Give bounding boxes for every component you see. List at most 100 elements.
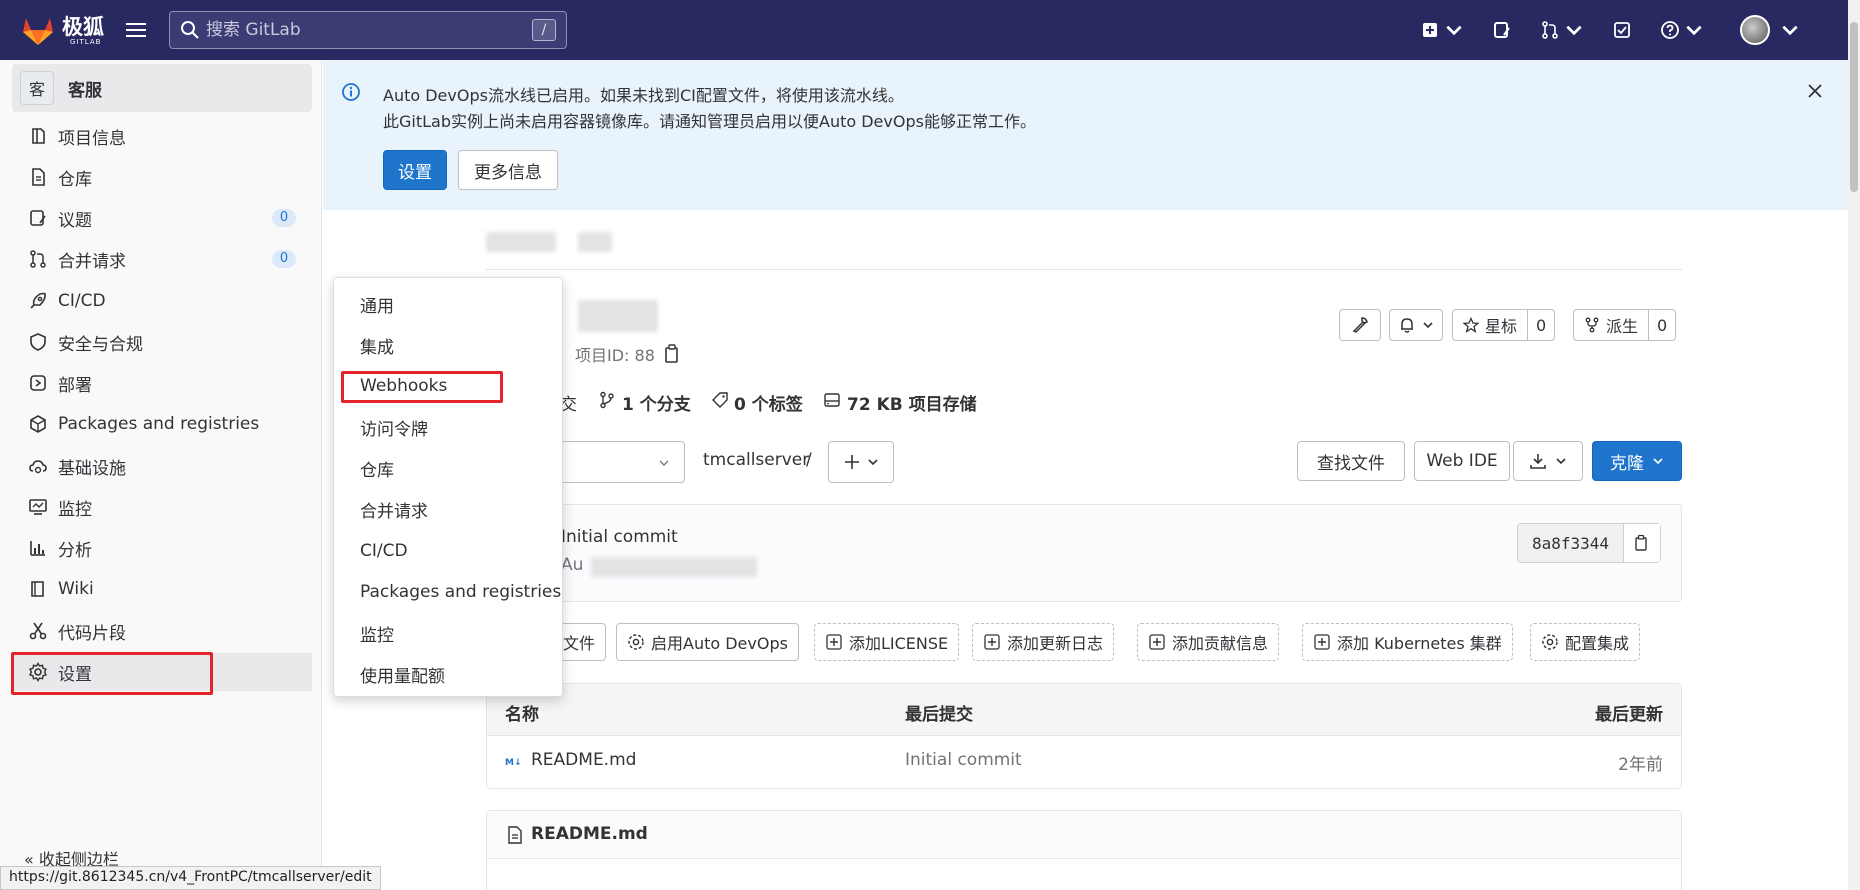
chart-bar-icon: [30, 541, 45, 556]
project-id: 项目ID: 88: [575, 346, 655, 365]
action-add-kubernetes[interactable]: 添加 Kubernetes 集群: [1302, 623, 1513, 661]
web-ide-button[interactable]: Web IDE: [1414, 441, 1510, 481]
commit-sha[interactable]: 8a8f3344: [1518, 524, 1624, 562]
star-button-group[interactable]: 星标 0: [1452, 309, 1556, 341]
branches-stat[interactable]: 1 个分支: [622, 390, 691, 415]
merge-request-icon: [30, 250, 46, 268]
flyout-item-repository[interactable]: 仓库: [334, 448, 562, 488]
monitor-icon: [29, 499, 47, 515]
sidebar-item-monitor[interactable]: 监控: [12, 488, 312, 526]
repo-path[interactable]: tmcallserver: [703, 450, 809, 470]
action-add-changelog[interactable]: 添加更新日志: [972, 623, 1115, 661]
copy-icon[interactable]: [664, 344, 682, 364]
action-label: 添加LICENSE: [849, 634, 949, 653]
merge-requests-dropdown[interactable]: [1532, 14, 1592, 46]
sidebar-item-ci-cd[interactable]: CI/CD: [12, 282, 312, 320]
sidebar-item-issues[interactable]: 议题 0: [12, 199, 312, 237]
chevron-down-icon: [1653, 458, 1663, 465]
logo-subtext: GITLAB: [70, 38, 102, 46]
project-avatar: 客: [20, 71, 54, 105]
flyout-item-ci-cd[interactable]: CI/CD: [334, 531, 562, 571]
page-scrollbar[interactable]: [1848, 0, 1860, 890]
chevron-down-icon: [1782, 25, 1798, 36]
user-avatar: [1740, 15, 1770, 45]
project-sidebar: 客 客服 项目信息 仓库 议题 0 合并请求 0 CI/CD 安全与合规 部署 …: [0, 60, 322, 890]
download-dropdown[interactable]: [1513, 441, 1583, 481]
user-menu-dropdown[interactable]: [1732, 14, 1808, 46]
action-label: 启用Auto DevOps: [651, 634, 788, 653]
fork-count[interactable]: 0: [1649, 310, 1675, 340]
commit-title[interactable]: Initial commit: [561, 527, 678, 547]
shield-icon: [30, 333, 46, 351]
scrollbar-thumb[interactable]: [1850, 22, 1858, 192]
sidebar-item-wiki[interactable]: Wiki: [12, 570, 312, 608]
sidebar-item-label: 部署: [58, 375, 92, 396]
hamburger-menu-icon[interactable]: [124, 18, 148, 42]
alert-message-line2: 此GitLab实例上尚未启用容器镜像库。请通知管理员启用以便Auto DevOp…: [383, 112, 1036, 131]
action-label: 文件: [562, 634, 595, 653]
sidebar-item-packages[interactable]: Packages and registries: [12, 405, 312, 443]
fork-button-group[interactable]: 派生 0: [1573, 309, 1677, 341]
sidebar-item-label: 分析: [58, 540, 92, 561]
copy-sha-button[interactable]: [1624, 524, 1660, 562]
chevron-down-icon: [1566, 25, 1582, 36]
help-dropdown[interactable]: [1652, 14, 1712, 46]
add-to-tree-dropdown[interactable]: [828, 441, 894, 483]
sidebar-item-label: 合并请求: [58, 251, 126, 272]
sidebar-item-security[interactable]: 安全与合规: [12, 323, 312, 361]
flyout-item-access-tokens[interactable]: 访问令牌: [334, 407, 562, 447]
action-configure-integrations[interactable]: 配置集成: [1530, 623, 1641, 661]
close-icon[interactable]: [1806, 82, 1824, 100]
sidebar-item-repository[interactable]: 仓库: [12, 158, 312, 196]
star-button[interactable]: 星标: [1453, 310, 1529, 340]
find-file-button[interactable]: 查找文件: [1297, 441, 1405, 481]
action-add-contributing[interactable]: 添加贡献信息: [1137, 623, 1280, 661]
flyout-item-integrations[interactable]: 集成: [334, 325, 562, 365]
sidebar-item-deployments[interactable]: 部署: [12, 364, 312, 402]
issues-nav[interactable]: [1484, 14, 1520, 46]
sidebar-project-header[interactable]: 客 客服: [12, 64, 312, 112]
chevron-down-icon: [1556, 458, 1566, 465]
fork-button[interactable]: 派生: [1574, 310, 1650, 340]
project-settings-wrench-button[interactable]: [1339, 309, 1381, 341]
flyout-item-packages[interactable]: Packages and registries: [334, 572, 562, 612]
copy-icon: [1635, 534, 1647, 551]
markdown-file-icon: M↓: [505, 758, 522, 768]
search-box[interactable]: /: [169, 11, 567, 49]
plus-square-icon: [984, 634, 1000, 650]
alert-settings-button[interactable]: 设置: [383, 150, 447, 190]
notification-dropdown[interactable]: [1389, 309, 1443, 341]
readme-title[interactable]: README.md: [531, 824, 648, 844]
action-label: 添加更新日志: [1007, 634, 1104, 653]
create-new-dropdown[interactable]: [1412, 14, 1472, 46]
action-add-license[interactable]: 添加LICENSE: [814, 623, 960, 661]
chevron-down-icon: [1446, 25, 1462, 36]
file-name[interactable]: README.md: [531, 750, 636, 770]
file-last-commit[interactable]: Initial commit: [905, 750, 1022, 770]
gitlab-logo-icon[interactable]: [20, 12, 56, 48]
fork-icon: [1585, 317, 1599, 333]
action-enable-auto-devops[interactable]: 启用Auto DevOps: [616, 623, 799, 661]
flyout-item-general[interactable]: 通用: [334, 284, 562, 324]
clone-dropdown-button[interactable]: 克隆: [1592, 441, 1682, 481]
flyout-item-monitor[interactable]: 监控: [334, 613, 562, 653]
tags-stat[interactable]: 0 个标签: [734, 390, 803, 415]
table-header-last-update: 最后更新: [1595, 705, 1663, 725]
highlight-box-settings: [11, 652, 213, 695]
search-input[interactable]: [206, 20, 506, 40]
sidebar-item-infrastructure[interactable]: 基础设施: [12, 447, 312, 485]
sidebar-item-project-info[interactable]: 项目信息: [12, 117, 312, 155]
alert-more-info-button[interactable]: 更多信息: [458, 150, 558, 190]
sidebar-item-analytics[interactable]: 分析: [12, 529, 312, 567]
sidebar-item-merge-requests[interactable]: 合并请求 0: [12, 240, 312, 278]
flyout-item-merge-requests[interactable]: 合并请求: [334, 489, 562, 529]
sidebar-item-snippets[interactable]: 代码片段: [12, 612, 312, 650]
table-row[interactable]: M↓ README.md Initial commit 2年前: [487, 736, 1681, 788]
flyout-item-usage-quotas[interactable]: 使用量配额: [334, 654, 562, 694]
todos-nav[interactable]: [1604, 14, 1640, 46]
star-count[interactable]: 0: [1528, 310, 1554, 340]
settings-flyout-menu: 通用 集成 Webhooks 访问令牌 仓库 合并请求 CI/CD Packag…: [333, 277, 563, 697]
logo-text[interactable]: 极狐: [62, 16, 104, 38]
topbar-actions: [1412, 14, 1808, 46]
book-icon: [31, 581, 44, 597]
